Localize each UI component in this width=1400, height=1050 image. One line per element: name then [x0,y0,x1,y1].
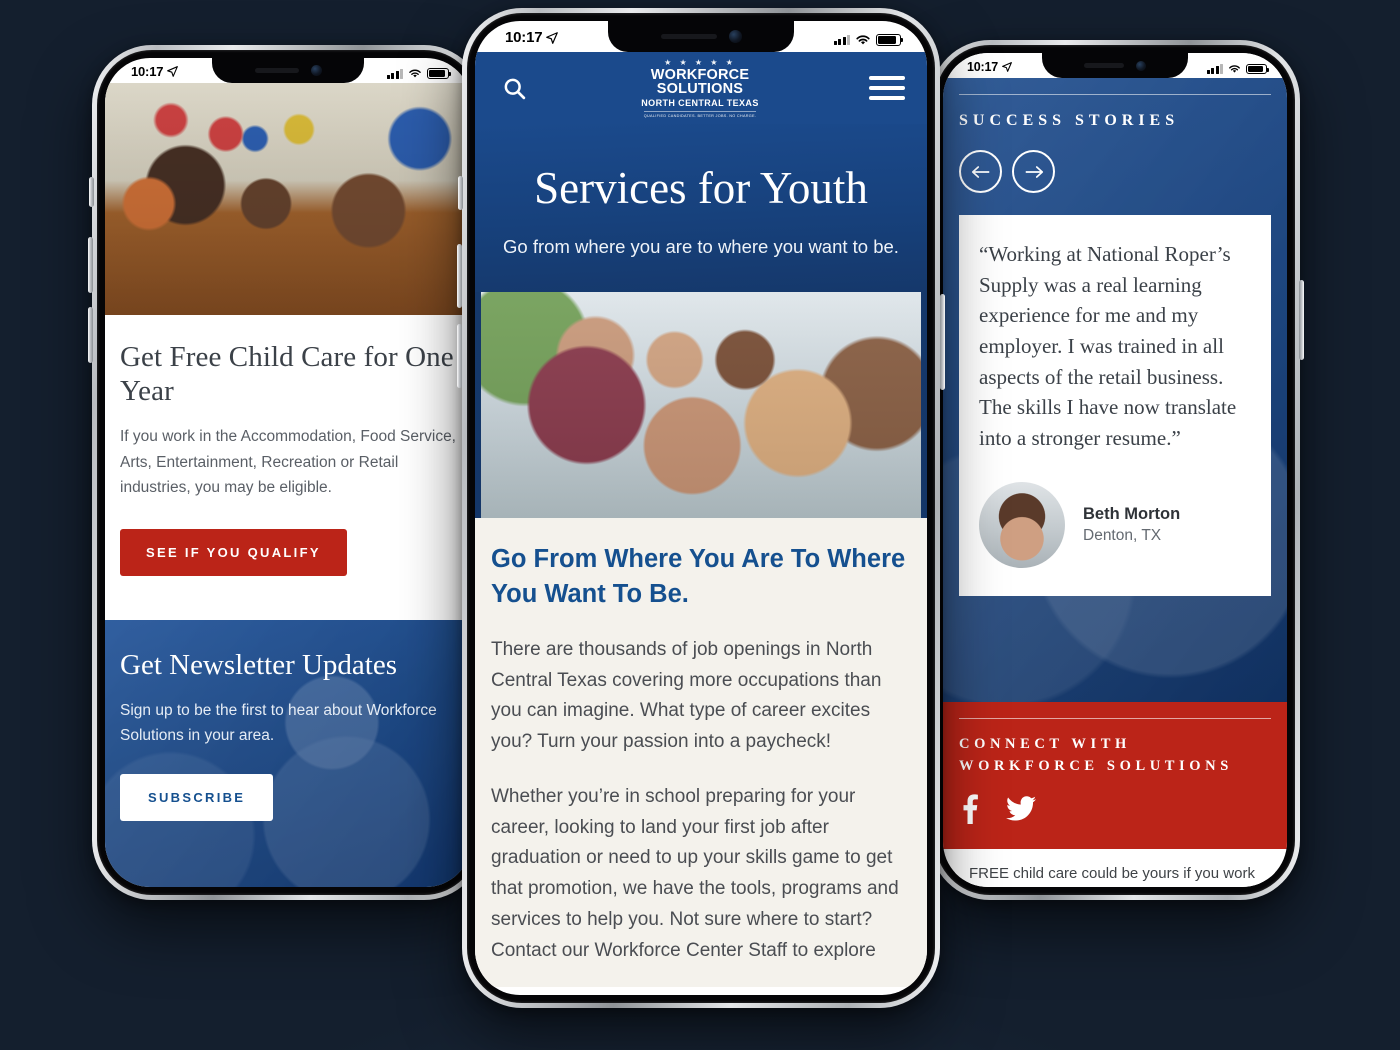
arrow-right-icon [1025,165,1043,178]
testimonial-attribution: Beth Morton Denton, TX [979,481,1251,568]
power-button-center[interactable] [940,294,945,390]
front-camera-icon [728,30,742,43]
search-icon[interactable] [497,71,531,105]
right-page: SUCCESS STORIES “Working at National Rop… [943,53,1287,887]
carousel-controls [959,150,1271,193]
volume-down-center[interactable] [457,324,462,388]
logo-stars: ★ ★ ★ ★ ★ [664,57,736,67]
testimonial-quote: “Working at National Roper’s Supply was … [979,242,1237,450]
volume-down-left[interactable] [88,307,93,363]
mute-switch-left[interactable] [89,177,94,207]
newsletter-panel: Get Newsletter Updates Sign up to be the… [105,619,471,887]
newsletter-body: Sign up to be the first to hear about Wo… [120,702,437,745]
phone-left: 10:17 Get Free Child Care for One Year I… [88,45,488,900]
section-paragraph-1: There are thousands of job openings in N… [491,638,882,753]
mute-switch-center[interactable] [458,176,463,210]
volume-up-left[interactable] [88,237,93,293]
logo-line-2: NORTH CENTRAL TEXAS [641,97,759,108]
youth-group-photo [481,291,921,518]
childcare-body: If you work in the Accommodation, Food S… [120,428,456,497]
earpiece-speaker-icon [254,68,299,73]
success-stories-heading: SUCCESS STORIES [959,112,1180,129]
carousel-next-button[interactable] [1012,150,1055,193]
arrow-left-icon [971,165,989,178]
phone-right-screen: 10:17 SUCCESS STORIES “Working at Nation… [943,53,1287,887]
author-name: Beth Morton [1083,504,1181,523]
connect-section: CONNECT WITH WORKFORCE SOLUTIONS [943,702,1287,849]
stories-divider [959,94,1271,95]
testimonial-card: “Working at National Roper’s Supply was … [959,215,1271,596]
hero-title: Services for Youth [534,163,868,213]
carousel-prev-button[interactable] [959,150,1002,193]
social-links [959,793,1271,829]
notch-right [1042,53,1188,78]
center-page: ★ ★ ★ ★ ★ WORKFORCE SOLUTIONS NORTH CENT… [475,21,927,995]
volume-up-center[interactable] [457,244,462,308]
childcare-card: Get Free Child Care for One Year If you … [105,315,471,620]
site-logo[interactable]: ★ ★ ★ ★ ★ WORKFORCE SOLUTIONS NORTH CENT… [611,57,789,118]
connect-divider [959,718,1271,719]
left-page: Get Free Child Care for One Year If you … [105,58,471,887]
site-navbar: ★ ★ ★ ★ ★ WORKFORCE SOLUTIONS NORTH CENT… [475,52,927,124]
tweet-text: FREE child care could be yours if you wo… [969,864,1255,882]
childcare-title: Get Free Child Care for One Year [120,341,454,407]
phone-center: 10:17 ★ ★ ★ ★ ★ WORKFORCE SOLUTIONS NORT… [457,8,945,1008]
success-stories-section: SUCCESS STORIES “Working at National Rop… [943,78,1287,702]
power-button-right[interactable] [1299,280,1304,360]
showcase-canvas: 10:17 Get Free Child Care for One Year I… [0,0,1400,1050]
hero-banner: Services for Youth Go from where you are… [475,124,927,292]
childcare-hero-photo [105,83,471,315]
phone-left-screen: 10:17 Get Free Child Care for One Year I… [105,58,471,887]
earpiece-speaker-icon [660,34,717,39]
notch-center [608,21,794,52]
section-paragraph-2: Whether you’re in school preparing for y… [491,785,899,961]
tweet-card[interactable]: FREE child care could be yours if you wo… [955,848,1275,887]
earpiece-speaker-icon [1084,63,1124,68]
phone-center-screen: 10:17 ★ ★ ★ ★ ★ WORKFORCE SOLUTIONS NORT… [475,21,927,995]
phone-right: 10:17 SUCCESS STORIES “Working at Nation… [926,40,1304,900]
youth-content-section: Go From Where You Are To Where You Want … [475,517,927,987]
subscribe-button[interactable]: SUBSCRIBE [120,774,274,822]
logo-divider [644,110,756,112]
logo-tagline: QUALIFIED CANDIDATES. BETTER JOBS. NO CH… [643,112,757,118]
section-heading: Go From Where You Are To Where You Want … [491,544,906,609]
see-if-you-qualify-button[interactable]: SEE IF YOU QUALIFY [120,528,347,576]
notch-left [212,58,364,83]
hamburger-menu-icon[interactable] [869,76,905,100]
connect-heading: CONNECT WITH WORKFORCE SOLUTIONS [959,736,1233,774]
newsletter-title: Get Newsletter Updates [120,648,398,681]
author-info: Beth Morton Denton, TX [1083,505,1180,545]
author-avatar [979,481,1065,568]
hero-subtitle: Go from where you are to where you want … [503,235,899,257]
facebook-icon[interactable] [959,793,980,829]
front-camera-icon [310,65,322,76]
twitter-icon[interactable] [1006,794,1036,829]
youth-photo-wrap [475,291,927,518]
logo-line-1: WORKFORCE SOLUTIONS [650,66,750,97]
front-camera-icon [1136,60,1146,71]
author-location: Denton, TX [1083,526,1162,544]
